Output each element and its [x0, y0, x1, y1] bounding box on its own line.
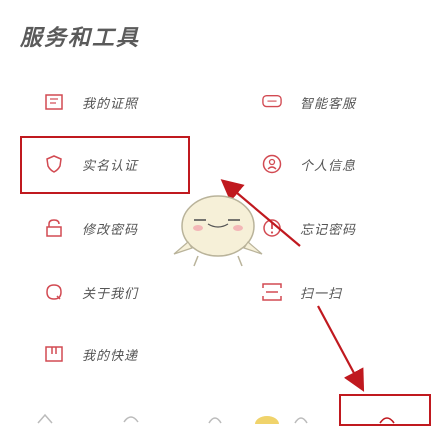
message-tab-icon[interactable] [292, 412, 310, 424]
mascot-image [168, 182, 268, 268]
discover-tab-icon[interactable] [206, 412, 224, 424]
mascot-tab-icon[interactable] [254, 412, 280, 424]
service-tab-icon[interactable] [122, 412, 140, 424]
mine-tab-icon[interactable] [378, 412, 396, 424]
home-tab-icon[interactable] [36, 412, 54, 424]
